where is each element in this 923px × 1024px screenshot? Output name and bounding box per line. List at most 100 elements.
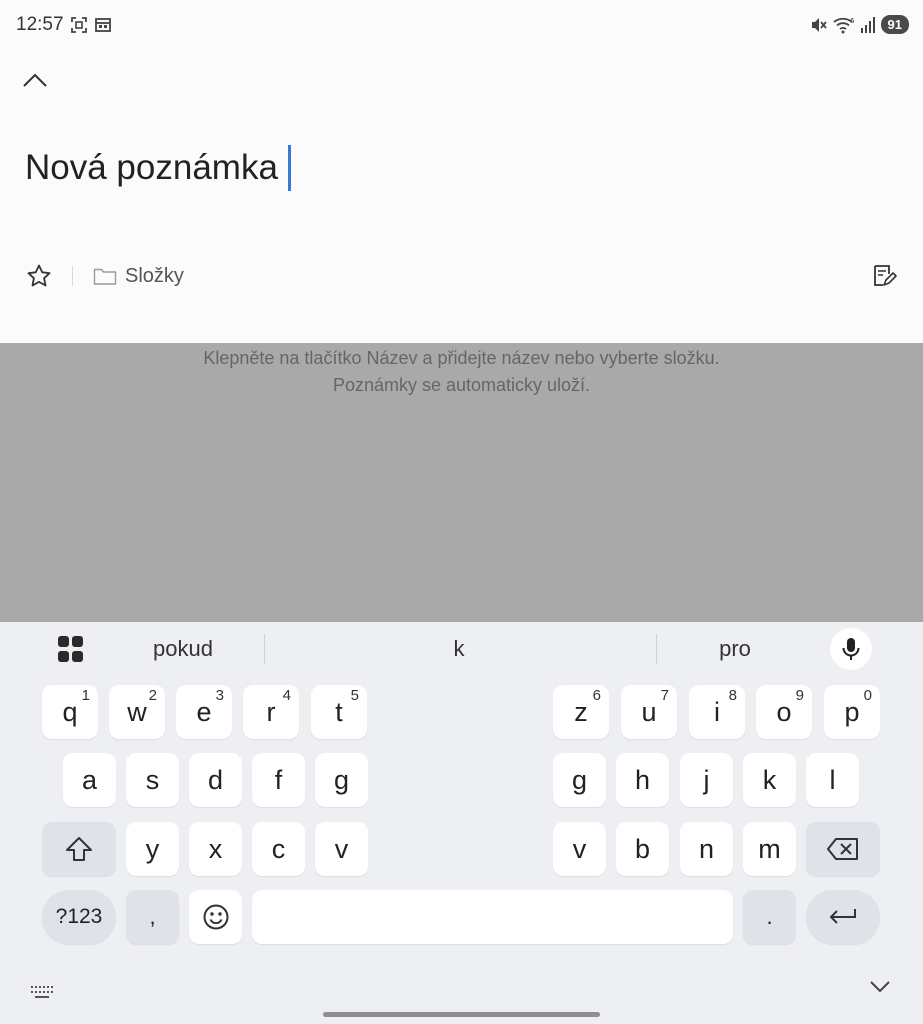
- screenshot-icon: [71, 17, 87, 33]
- backspace-icon: [827, 838, 858, 860]
- key-r[interactable]: r4: [243, 685, 299, 739]
- star-icon: [27, 264, 51, 287]
- key-z[interactable]: z6: [553, 685, 609, 739]
- keyboard: pokud k pro q1 w2 e3 r4 t5 z6 u7 i8 o9 p…: [0, 622, 923, 1024]
- key-i[interactable]: i8: [689, 685, 745, 739]
- suggestion-1[interactable]: pokud: [110, 634, 256, 664]
- symbols-key[interactable]: ?123: [42, 890, 116, 944]
- chevron-up-icon: [23, 73, 47, 87]
- key-b[interactable]: b: [616, 822, 669, 876]
- keyboard-apps-button[interactable]: [56, 634, 86, 664]
- key-label: u: [641, 696, 657, 727]
- key-v-right[interactable]: v: [553, 822, 606, 876]
- key-n[interactable]: n: [680, 822, 733, 876]
- key-number-hint: 2: [148, 687, 157, 704]
- key-s[interactable]: s: [126, 753, 179, 807]
- text-caret: [287, 145, 291, 191]
- note-meta-row: Složky: [24, 258, 899, 294]
- microphone-icon: [842, 638, 860, 660]
- hint-message: Klepněte na tlačítko Název a přidejte ná…: [0, 343, 923, 399]
- grid-icon: [58, 636, 69, 647]
- key-number-hint: 4: [282, 687, 291, 704]
- handwriting-button[interactable]: [869, 261, 899, 291]
- key-c[interactable]: c: [252, 822, 305, 876]
- key-label: p: [844, 696, 860, 727]
- key-label: q: [62, 696, 78, 727]
- status-right-icons: 6 91: [810, 15, 909, 34]
- suggestion-bar: pokud k pro: [0, 622, 923, 678]
- key-l[interactable]: l: [806, 753, 859, 807]
- status-left-icons: [70, 16, 112, 34]
- hint-line-2: Poznámky se automaticky uloží.: [332, 375, 591, 395]
- key-label: t: [335, 696, 343, 727]
- note-title-text: Nová poznámka: [25, 148, 278, 187]
- key-label: r: [266, 696, 276, 727]
- key-o[interactable]: o9: [756, 685, 812, 739]
- key-number-hint: 3: [215, 687, 224, 704]
- handwriting-edit-icon: [874, 265, 897, 286]
- collapse-button[interactable]: [20, 66, 50, 94]
- emoji-icon: [203, 904, 228, 930]
- chevron-down-icon: [870, 981, 890, 993]
- suggestion-divider: [656, 634, 657, 664]
- key-number-hint: 1: [81, 687, 90, 704]
- key-v-left[interactable]: v: [315, 822, 368, 876]
- voice-input-button[interactable]: [830, 628, 872, 670]
- key-g-right[interactable]: g: [553, 753, 606, 807]
- battery-indicator: 91: [880, 15, 909, 34]
- key-j[interactable]: j: [680, 753, 733, 807]
- key-label: o: [776, 696, 792, 727]
- hint-line-1: Klepněte na tlačítko Název a přidejte ná…: [203, 348, 720, 368]
- key-number-hint: 7: [660, 687, 669, 704]
- signal-icon: [860, 16, 875, 33]
- key-d[interactable]: d: [189, 753, 242, 807]
- suggestion-3[interactable]: pro: [662, 634, 808, 664]
- key-number-hint: 9: [795, 687, 804, 704]
- folder-button[interactable]: Složky: [93, 265, 184, 288]
- wifi-icon: 6: [832, 17, 855, 33]
- key-number-hint: 0: [863, 687, 872, 704]
- enter-key[interactable]: [806, 890, 880, 944]
- hide-keyboard-button[interactable]: [869, 980, 891, 999]
- comma-key[interactable]: ,: [126, 890, 179, 944]
- period-key[interactable]: .: [743, 890, 796, 944]
- key-u[interactable]: u7: [621, 685, 677, 739]
- keyboard-switch-button[interactable]: [30, 984, 54, 1005]
- key-m[interactable]: m: [743, 822, 796, 876]
- meta-divider: [72, 266, 73, 286]
- key-h[interactable]: h: [616, 753, 669, 807]
- key-k[interactable]: k: [743, 753, 796, 807]
- key-number-hint: 5: [350, 687, 359, 704]
- key-p[interactable]: p0: [824, 685, 880, 739]
- key-w[interactable]: w2: [109, 685, 165, 739]
- key-x[interactable]: x: [189, 822, 242, 876]
- key-label: w: [127, 696, 147, 727]
- mute-icon: [811, 17, 827, 32]
- key-q[interactable]: q1: [42, 685, 98, 739]
- folder-label: Složky: [125, 264, 184, 287]
- keyboard-bottom-row: [0, 978, 923, 1024]
- suggestion-2[interactable]: k: [386, 634, 532, 664]
- key-a[interactable]: a: [63, 753, 116, 807]
- key-label: z: [574, 696, 588, 727]
- key-label: e: [196, 696, 212, 727]
- key-label: i: [714, 696, 720, 727]
- home-indicator[interactable]: [323, 1012, 600, 1017]
- shift-key[interactable]: [42, 822, 116, 876]
- key-e[interactable]: e3: [176, 685, 232, 739]
- key-f[interactable]: f: [252, 753, 305, 807]
- backspace-key[interactable]: [806, 822, 880, 876]
- favorite-button[interactable]: [24, 261, 54, 291]
- key-number-hint: 8: [728, 687, 737, 704]
- key-t[interactable]: t5: [311, 685, 367, 739]
- emoji-key[interactable]: [189, 890, 242, 944]
- dim-overlay: Klepněte na tlačítko Název a přidejte ná…: [0, 343, 923, 622]
- key-y[interactable]: y: [126, 822, 179, 876]
- suggestion-divider: [264, 634, 265, 664]
- enter-icon: [829, 909, 856, 924]
- space-key[interactable]: [252, 890, 733, 944]
- key-g-left[interactable]: g: [315, 753, 368, 807]
- keyboard-icon: [31, 986, 53, 998]
- status-time: 12:57: [16, 14, 64, 35]
- note-title-field[interactable]: Nová poznámka: [25, 145, 291, 191]
